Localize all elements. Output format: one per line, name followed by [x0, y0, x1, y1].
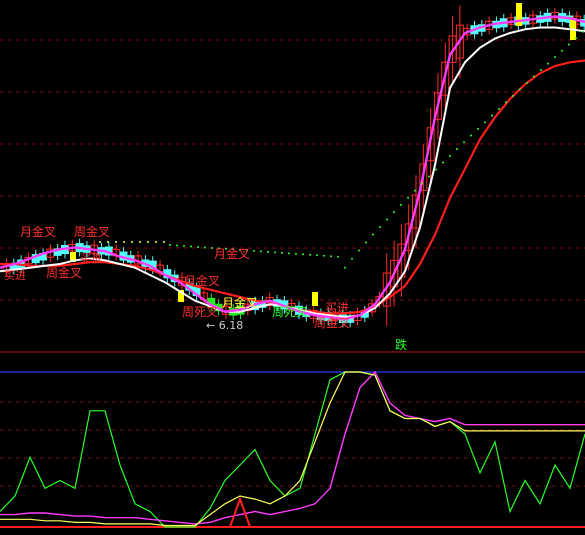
trend-dot [533, 75, 535, 78]
signal-yue-jin-cha-1: 月金叉 [20, 224, 56, 239]
trend-dot [147, 241, 149, 243]
trend-dot [498, 107, 500, 110]
signal-zhou-jin-cha-4: 周死叉 [182, 305, 218, 319]
trend-dot [421, 182, 423, 185]
trend-dot [139, 241, 141, 243]
signal-mai-jin-1: 买进 [4, 269, 26, 282]
trend-dot [253, 249, 255, 252]
trend-dot [316, 254, 318, 257]
trend-dot [491, 114, 493, 117]
trend-dot [176, 244, 178, 247]
trend-dot [372, 233, 374, 236]
trend-dot [358, 249, 360, 252]
dotted-trend [99, 30, 584, 269]
indicator-magenta-line [0, 370, 585, 525]
ma-short-line [0, 15, 585, 321]
trend-dot [323, 254, 325, 257]
trend-dot [99, 241, 101, 243]
signal-zhou-jin-cha-2: 周金叉 [46, 265, 82, 280]
trend-dot [309, 253, 311, 256]
trend-dot [582, 30, 584, 33]
trend-dot [267, 250, 269, 253]
trend-dot [302, 253, 304, 256]
signal-zhou-si-cha-2: 周死叉 [272, 305, 308, 319]
trend-dot [183, 244, 185, 247]
trend-dot [540, 68, 542, 71]
trend-dot [568, 43, 570, 46]
trend-dot [274, 251, 276, 254]
trend-dot [115, 241, 117, 243]
signal-zhou-jin-cha-1: 周金叉 [74, 224, 110, 239]
trend-dot [414, 189, 416, 192]
trend-dot [260, 250, 262, 253]
highlight-bar [312, 292, 318, 306]
trend-dot [281, 251, 283, 254]
trend-dot [526, 81, 528, 84]
trend-dot [107, 241, 109, 243]
trend-dot [449, 154, 451, 157]
trend-dot [163, 241, 165, 243]
trend-dot [400, 203, 402, 206]
trend-dot [330, 255, 332, 258]
trend-dot [477, 127, 479, 130]
signal-mai-jin-3: 买进 [325, 301, 349, 315]
trend-dot [519, 88, 521, 91]
trend-dot [169, 244, 171, 246]
ma-mid-line [0, 26, 585, 319]
signal-yue-jin-cha-2: 月金叉 [214, 246, 250, 261]
trend-dot [512, 94, 514, 97]
trend-dot [197, 245, 199, 248]
signal-zhou-jin-cha-5: 周金叉 [314, 315, 350, 330]
signal-mai-jin-2: 买进 [80, 252, 102, 265]
trend-dot [295, 252, 297, 255]
trend-dot [393, 211, 395, 214]
signal-zhou-jin-cha-3: 月金叉 [184, 273, 220, 288]
trend-dot [463, 141, 465, 144]
trend-dot [470, 134, 472, 137]
trend-dot [379, 226, 381, 229]
signal-die: 跌 [395, 337, 407, 352]
trend-dot [288, 252, 290, 255]
trend-dot [155, 241, 157, 243]
trend-dot [547, 62, 549, 65]
trend-dot [365, 241, 367, 244]
trend-dot [554, 56, 556, 59]
stock-chart: 月金叉 周金叉 买进 买进 周金叉 月金叉 月金叉 月金叉 周死叉 周死叉 买进… [0, 3, 585, 528]
trend-dot [131, 241, 133, 243]
ma-lines [0, 15, 585, 321]
ma-long-line [0, 59, 585, 315]
trend-dot [505, 101, 507, 104]
trend-dot [337, 255, 339, 258]
highlight-bar [516, 3, 522, 26]
trend-dot [407, 196, 409, 199]
trend-dot [123, 241, 125, 243]
signal-zhou-si-cha-1: 月金叉 [222, 295, 258, 310]
trend-dot [190, 245, 192, 248]
indicator-lines [0, 370, 585, 528]
trend-dot [204, 246, 206, 249]
low-marker: ← 6.18 [206, 319, 243, 332]
trend-dot [211, 246, 213, 249]
trend-dot [561, 49, 563, 52]
trend-dot [386, 218, 388, 221]
trend-dot [575, 37, 577, 40]
trend-dot [344, 266, 346, 269]
trend-dot [428, 175, 430, 178]
trend-dot [442, 161, 444, 164]
trend-dot [456, 148, 458, 151]
indicator-green-line [0, 371, 585, 528]
indicator-yellow-line [0, 371, 585, 527]
trend-dot [351, 257, 353, 260]
trend-dot [484, 121, 486, 124]
candles [2, 3, 585, 328]
trend-dot [435, 168, 437, 171]
